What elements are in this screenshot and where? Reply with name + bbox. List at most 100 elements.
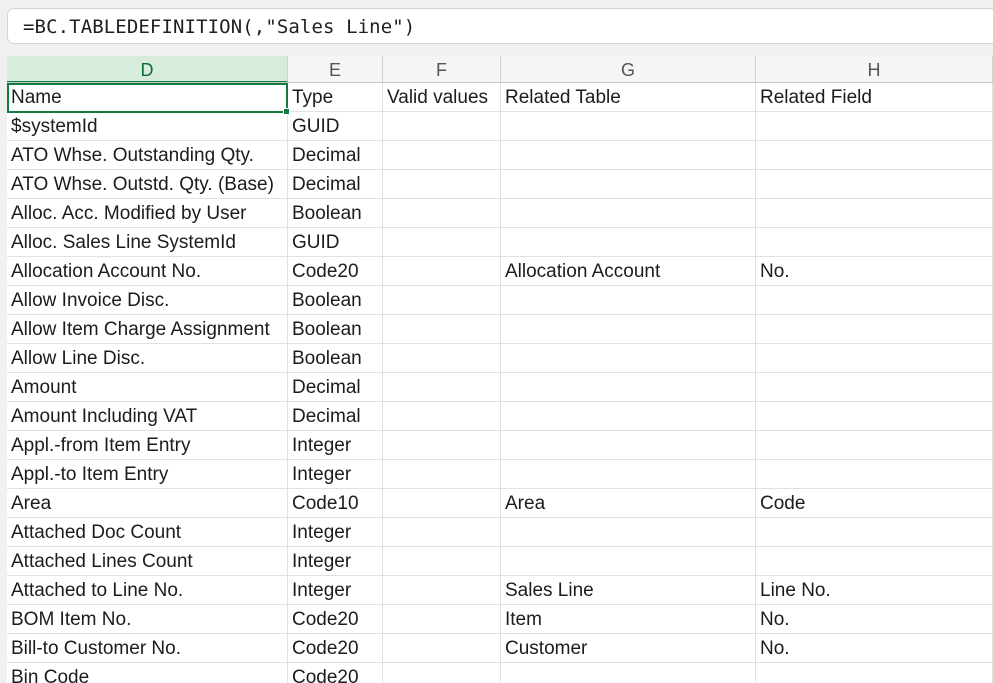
cell-g[interactable] (501, 518, 756, 547)
cell-f[interactable] (383, 141, 501, 170)
cell-f[interactable] (383, 315, 501, 344)
cell-d[interactable]: Area (7, 489, 288, 518)
column-header-e[interactable]: E (288, 56, 383, 83)
cell-h[interactable] (756, 112, 993, 141)
cell-h[interactable] (756, 170, 993, 199)
fill-handle[interactable] (283, 108, 290, 115)
cell-e[interactable]: Boolean (288, 199, 383, 228)
cell-g[interactable] (501, 199, 756, 228)
column-header-d[interactable]: D (7, 56, 288, 83)
cell-g[interactable]: Allocation Account (501, 257, 756, 286)
cell-e[interactable]: Boolean (288, 344, 383, 373)
cell-h[interactable] (756, 431, 993, 460)
cell-e[interactable]: Code20 (288, 634, 383, 663)
cell-h[interactable] (756, 199, 993, 228)
cell-h[interactable] (756, 344, 993, 373)
cell-d[interactable]: Appl.-to Item Entry (7, 460, 288, 489)
cell-d[interactable]: Alloc. Sales Line SystemId (7, 228, 288, 257)
cell-f[interactable] (383, 228, 501, 257)
cell-e[interactable]: Integer (288, 518, 383, 547)
cell-e[interactable]: Type (288, 83, 383, 112)
cell-f[interactable] (383, 199, 501, 228)
cell-g[interactable] (501, 460, 756, 489)
cell-d[interactable]: Allow Line Disc. (7, 344, 288, 373)
cell-g[interactable]: Related Table (501, 83, 756, 112)
cell-f[interactable] (383, 344, 501, 373)
cell-g[interactable]: Item (501, 605, 756, 634)
formula-bar[interactable]: =BC.TABLEDEFINITION(,"Sales Line") (7, 8, 993, 44)
formula-text[interactable]: =BC.TABLEDEFINITION(,"Sales Line") (23, 16, 415, 38)
cell-f[interactable]: Valid values (383, 83, 501, 112)
cell-e[interactable]: GUID (288, 228, 383, 257)
cell-d[interactable]: Attached Lines Count (7, 547, 288, 576)
cell-g[interactable] (501, 547, 756, 576)
cell-h[interactable] (756, 315, 993, 344)
cell-d[interactable]: Bin Code (7, 663, 288, 683)
cell-f[interactable] (383, 286, 501, 315)
cell-d[interactable]: BOM Item No. (7, 605, 288, 634)
cell-d[interactable]: Bill-to Customer No. (7, 634, 288, 663)
cell-g[interactable] (501, 373, 756, 402)
cell-h[interactable] (756, 460, 993, 489)
column-header-g[interactable]: G (501, 56, 756, 83)
cell-h[interactable] (756, 141, 993, 170)
cell-d[interactable]: Amount Including VAT (7, 402, 288, 431)
cell-h[interactable]: No. (756, 605, 993, 634)
cell-e[interactable]: Integer (288, 431, 383, 460)
cell-g[interactable] (501, 141, 756, 170)
cell-d[interactable]: Attached Doc Count (7, 518, 288, 547)
cell-h[interactable] (756, 373, 993, 402)
cell-f[interactable] (383, 402, 501, 431)
cell-g[interactable] (501, 431, 756, 460)
cell-e[interactable]: Decimal (288, 141, 383, 170)
cell-g[interactable] (501, 344, 756, 373)
cell-f[interactable] (383, 518, 501, 547)
cell-e[interactable]: Integer (288, 547, 383, 576)
column-header-f[interactable]: F (383, 56, 501, 83)
cell-f[interactable] (383, 663, 501, 683)
cell-d[interactable]: ATO Whse. Outstd. Qty. (Base) (7, 170, 288, 199)
cell-h[interactable]: Code (756, 489, 993, 518)
cell-f[interactable] (383, 257, 501, 286)
cell-g[interactable] (501, 170, 756, 199)
cell-e[interactable]: Integer (288, 576, 383, 605)
cell-f[interactable] (383, 634, 501, 663)
cell-d[interactable]: Amount (7, 373, 288, 402)
cell-h[interactable] (756, 663, 993, 683)
cell-d[interactable]: Allow Invoice Disc. (7, 286, 288, 315)
cell-e[interactable]: Boolean (288, 286, 383, 315)
cell-f[interactable] (383, 460, 501, 489)
cell-e[interactable]: Code20 (288, 257, 383, 286)
column-header-h[interactable]: H (756, 56, 993, 83)
cell-e[interactable]: Code20 (288, 605, 383, 634)
cell-f[interactable] (383, 489, 501, 518)
cell-d[interactable]: Alloc. Acc. Modified by User (7, 199, 288, 228)
cell-e[interactable]: Decimal (288, 402, 383, 431)
cell-f[interactable] (383, 605, 501, 634)
cell-e[interactable]: Decimal (288, 170, 383, 199)
cell-e[interactable]: Integer (288, 460, 383, 489)
cell-g[interactable] (501, 402, 756, 431)
cell-g[interactable]: Sales Line (501, 576, 756, 605)
cell-g[interactable] (501, 315, 756, 344)
cell-d[interactable]: Allow Item Charge Assignment (7, 315, 288, 344)
cell-g[interactable]: Area (501, 489, 756, 518)
cell-e[interactable]: GUID (288, 112, 383, 141)
cell-h[interactable]: Line No. (756, 576, 993, 605)
cell-h[interactable] (756, 402, 993, 431)
cell-g[interactable] (501, 112, 756, 141)
cell-f[interactable] (383, 112, 501, 141)
cell-h[interactable] (756, 547, 993, 576)
cell-d[interactable]: Allocation Account No. (7, 257, 288, 286)
cell-g[interactable] (501, 228, 756, 257)
cell-h[interactable]: No. (756, 257, 993, 286)
cell-d[interactable]: Attached to Line No. (7, 576, 288, 605)
cell-g[interactable] (501, 286, 756, 315)
cell-g[interactable] (501, 663, 756, 683)
cell-h[interactable] (756, 518, 993, 547)
cell-d[interactable]: $systemId (7, 112, 288, 141)
cell-f[interactable] (383, 431, 501, 460)
cell-e[interactable]: Decimal (288, 373, 383, 402)
cell-h[interactable] (756, 228, 993, 257)
cell-e[interactable]: Code10 (288, 489, 383, 518)
